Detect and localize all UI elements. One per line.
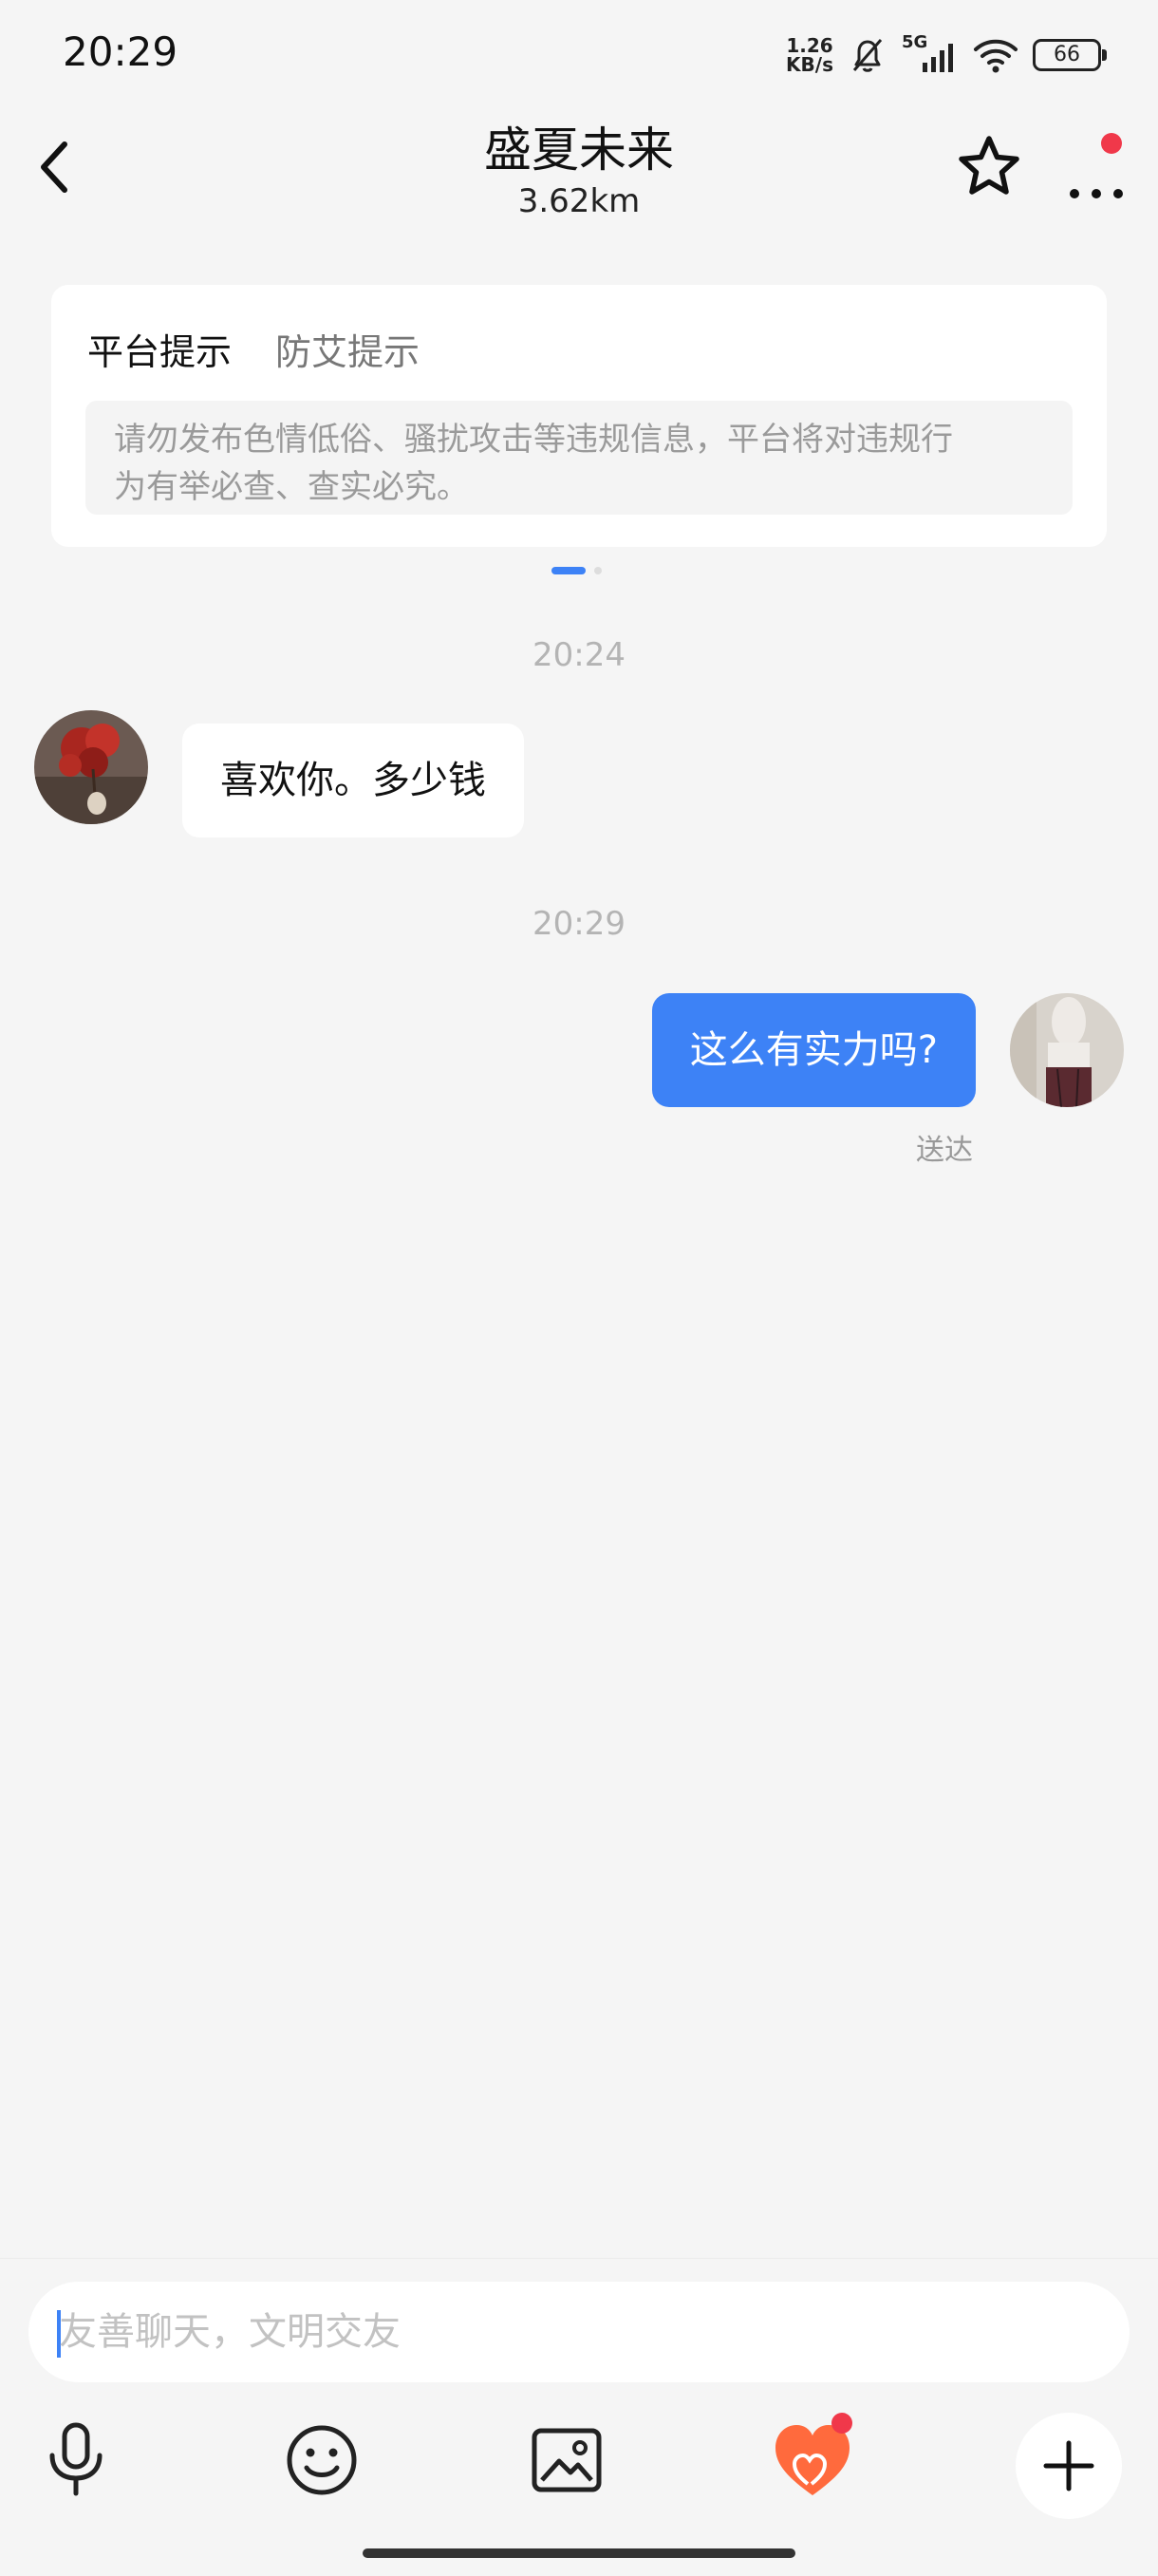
message-timestamp: 20:29 — [532, 905, 626, 943]
gift-notification-dot — [831, 2413, 852, 2434]
wifi-icon — [974, 39, 1018, 73]
outgoing-message-bubble[interactable]: 这么有实力吗? — [651, 993, 976, 1107]
battery-indicator: 66 — [1033, 39, 1107, 71]
cell-signal-icon: 5G — [902, 32, 959, 76]
network-speed: 1.26 KB/s — [786, 36, 833, 74]
composer-area — [0, 2258, 1158, 2576]
network-speed-unit: KB/s — [786, 53, 833, 76]
home-indicator[interactable] — [363, 2548, 795, 2558]
bell-muted-icon — [852, 39, 883, 72]
more-options-button[interactable] — [1065, 133, 1128, 201]
network-speed-value: 1.26 — [786, 34, 833, 57]
carousel-indicator-inactive — [594, 567, 602, 574]
status-icons: 1.26 KB/s 5G 66 — [786, 32, 1107, 78]
message-timestamp: 20:24 — [532, 636, 626, 674]
my-avatar-image — [1010, 993, 1124, 1107]
message-input[interactable] — [59, 2282, 1084, 2382]
notice-text: 请勿发布色情低俗、骚扰攻击等违规信息，平台将对违规行 为有举必查、查实必究。 — [85, 401, 1073, 515]
plus-icon — [1043, 2440, 1094, 2491]
notice-tab-platform[interactable]: 平台提示 — [87, 323, 232, 375]
favorite-button[interactable] — [953, 131, 1025, 203]
status-bar: 20:29 1.26 KB/s 5G 66 — [0, 0, 1158, 104]
emoji-icon — [287, 2425, 357, 2495]
incoming-message-bubble[interactable]: 喜欢你。多少钱 — [182, 724, 524, 837]
delivery-status: 送达 — [916, 1134, 973, 1167]
more-actions-button[interactable] — [1016, 2413, 1122, 2519]
gift-button[interactable] — [765, 2413, 860, 2508]
emoji-button[interactable] — [274, 2413, 369, 2508]
voice-button[interactable] — [28, 2413, 123, 2508]
notice-text-line-1: 请勿发布色情低俗、骚扰攻击等违规信息，平台将对违规行 — [114, 421, 953, 459]
message-input-container[interactable] — [28, 2282, 1130, 2382]
microphone-icon — [49, 2422, 103, 2496]
contact-avatar[interactable] — [34, 710, 148, 824]
platform-notice-card: 平台提示 防艾提示 请勿发布色情低俗、骚扰攻击等违规信息，平台将对违规行 为有举… — [51, 285, 1107, 547]
image-button[interactable] — [519, 2413, 614, 2508]
my-avatar[interactable] — [1010, 993, 1124, 1107]
carousel-indicator-active — [551, 567, 586, 574]
notice-tab-aids[interactable]: 防艾提示 — [275, 323, 420, 375]
chat-header: 盛夏未来 3.62km — [0, 104, 1158, 247]
contact-avatar-image — [34, 710, 148, 824]
status-time: 20:29 — [63, 28, 178, 75]
notice-text-line-2: 为有举必查、查实必究。 — [114, 468, 469, 506]
notification-dot — [1101, 133, 1122, 154]
star-icon — [959, 136, 1019, 195]
image-icon — [532, 2428, 602, 2492]
